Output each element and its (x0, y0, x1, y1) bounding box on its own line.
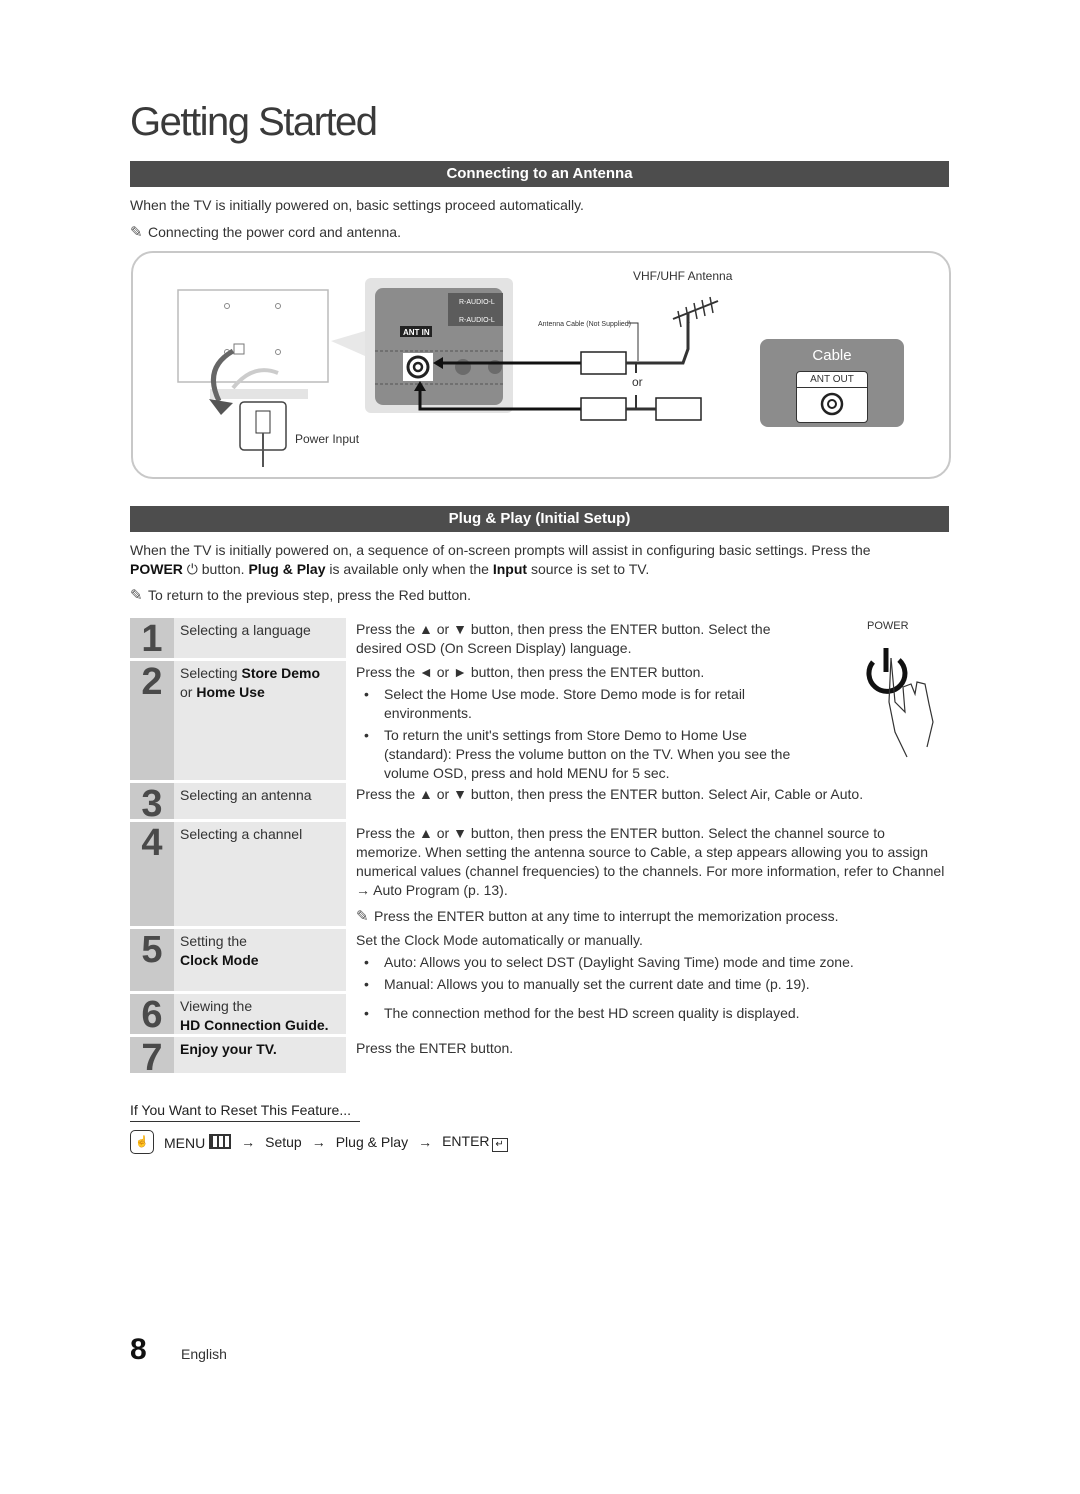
step-number: 6 (130, 994, 174, 1035)
step-label: Selecting Store Demo or Home Use (174, 661, 346, 780)
step-label: Selecting a language (174, 618, 346, 658)
note-pencil-icon: ✎ (130, 587, 143, 604)
antenna-diagram: R-AUDIO-L R-AUDIO-L ANT IN VHF/UHF Anten… (131, 251, 951, 479)
tv-back-shape (177, 289, 329, 383)
setup-steps-table: 1 Selecting a language Press the ▲ or ▼ … (130, 618, 950, 1078)
step-row-5: 5 Setting the Clock Mode Set the Clock Mo… (130, 929, 950, 994)
step-row-3: 3 Selecting an antenna Press the ▲ or ▼ … (130, 783, 950, 824)
step-label: Enjoy your TV. (174, 1037, 346, 1073)
coax-port-icon (820, 392, 844, 416)
arrow-separator: → (418, 1134, 433, 1150)
arrow-separator: → (311, 1134, 326, 1150)
page-title: Getting Started (130, 100, 378, 144)
step-number: 3 (130, 783, 174, 824)
step-description: Press the ENTER button. (356, 1040, 514, 1056)
step-number: 7 (130, 1037, 174, 1078)
reset-menu-path: ☝ MENU → Setup → Plug & Play → ENTER ↵ (130, 1130, 508, 1154)
ant-out-port: ANT OUT (796, 371, 868, 423)
arrow-separator: → (241, 1134, 256, 1150)
section-heading-plug-play: Plug & Play (Initial Setup) (130, 506, 949, 532)
power-icon: ⏻ (186, 561, 198, 577)
menu-path-item: MENU (164, 1133, 232, 1151)
step-label: Selecting an antenna (174, 783, 346, 819)
power-input-label: Power Input (295, 432, 360, 446)
note-pencil-icon: ✎ (356, 908, 369, 925)
step-number: 4 (130, 822, 174, 926)
step-description: The connection method for the best HD sc… (346, 994, 950, 1034)
step-row-1: 1 Selecting a language Press the ▲ or ▼ … (130, 618, 950, 659)
plug-play-note-text: To return to the previous step, press th… (148, 587, 471, 603)
menu-path-item: Plug & Play (335, 1134, 409, 1150)
step-description: Press the ◄ or ► button, then press the … (346, 661, 950, 783)
step-label: Viewing the HD Connection Guide. (174, 994, 346, 1034)
section-heading-antenna: Connecting to an Antenna (130, 161, 949, 187)
step-bullet: Select the Home Use mode. Store Demo mod… (356, 685, 810, 723)
ant-in-label: ANT IN (403, 328, 430, 337)
page-language: English (181, 1346, 227, 1362)
plug-play-note: ✎ To return to the previous step, press t… (130, 586, 471, 605)
tv-stand-shape (210, 389, 308, 399)
svg-text:R-AUDIO-L: R-AUDIO-L (459, 317, 495, 324)
vhf-label: VHF/UHF Antenna (633, 269, 733, 283)
step-description: Set the Clock Mode automatically or manu… (346, 929, 950, 994)
plug-play-intro: When the TV is initially powered on, a s… (130, 542, 871, 577)
reset-title: If You Want to Reset This Feature... (130, 1102, 360, 1122)
step-number: 2 (130, 661, 174, 780)
step-bullet: The connection method for the best HD sc… (356, 1004, 950, 1023)
menu-path-item: Setup (265, 1134, 302, 1150)
step-number: 1 (130, 618, 174, 659)
antenna-note: ✎ Connecting the power cord and antenna. (130, 223, 401, 242)
note-pencil-icon: ✎ (130, 224, 143, 241)
page-number: 8 (130, 1333, 147, 1366)
cable-box: Cable ANT OUT (760, 339, 904, 427)
step-number: 5 (130, 929, 174, 991)
step-bullet: Auto: Allows you to select DST (Daylight… (356, 953, 950, 972)
step-bullet: Manual: Allows you to manually set the c… (356, 975, 950, 994)
step-row-2: 2 Selecting Store Demo or Home Use Press… (130, 661, 950, 783)
step-label: Selecting a channel (174, 822, 346, 926)
step-bullet: To return the unit's settings from Store… (356, 726, 810, 783)
menu-icon (209, 1133, 232, 1149)
step-row-4: 4 Selecting a channel Press the ▲ or ▼ b… (130, 822, 950, 926)
step-description: Press the ▲ or ▼ button, then press the … (356, 786, 864, 802)
step-description: Press the ▲ or ▼ button, then press the … (356, 621, 771, 656)
menu-path-item: ENTER ↵ (442, 1133, 508, 1152)
svg-text:R-AUDIO-L: R-AUDIO-L (459, 299, 495, 306)
step-row-6: 6 Viewing theHD Connection Guide. The co… (130, 994, 950, 1035)
step-row-7: 7 Enjoy your TV. Press the ENTER button. (130, 1037, 950, 1078)
antenna-note-text: Connecting the power cord and antenna. (148, 224, 401, 240)
antenna-intro: When the TV is initially powered on, bas… (130, 197, 584, 213)
cable-label: Antenna Cable (Not Supplied) (538, 321, 631, 328)
enter-icon: ↵ (491, 1137, 508, 1152)
step-label: Setting the Clock Mode (174, 929, 346, 991)
cable-box-title: Cable (812, 347, 852, 364)
or-label: or (632, 375, 643, 389)
remote-hand-icon: ☝ (130, 1130, 154, 1154)
step-description: Press the ▲ or ▼ button, then press the … (356, 825, 945, 925)
